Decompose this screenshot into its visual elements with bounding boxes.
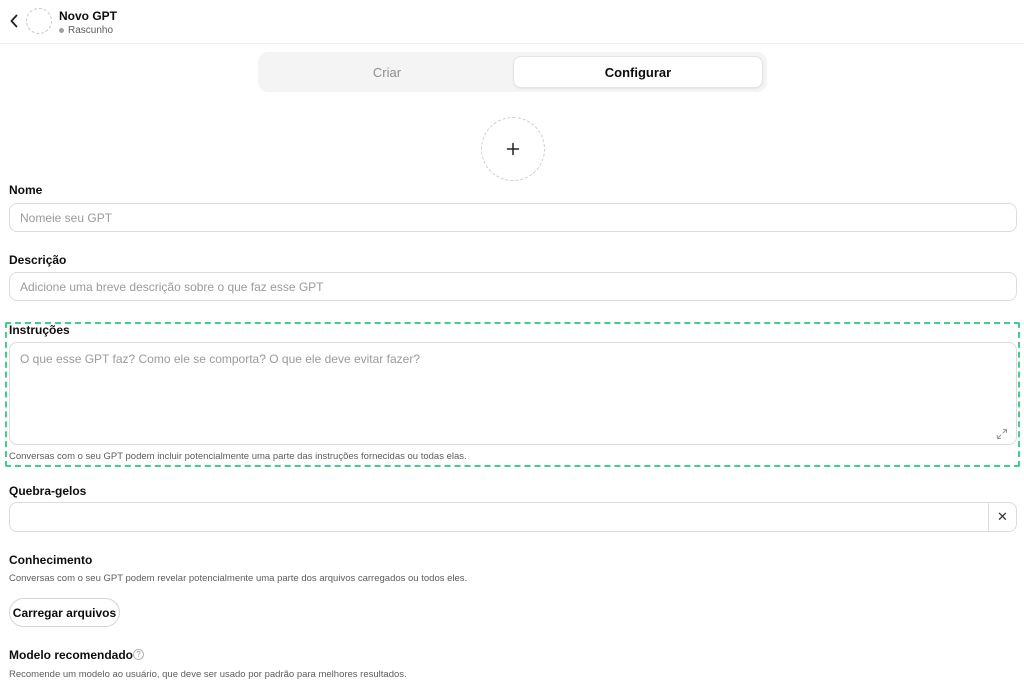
chevron-left-icon — [10, 14, 18, 28]
status-label: Rascunho — [68, 25, 114, 36]
recommended-model-label: Modelo recomendado — [9, 648, 134, 662]
name-label: Nome — [9, 183, 43, 197]
tab-configure[interactable]: Configurar — [513, 56, 763, 88]
gpt-avatar — [26, 8, 52, 34]
instructions-textarea[interactable] — [9, 342, 1017, 445]
upload-files-button[interactable]: Carregar arquivos — [9, 598, 120, 627]
status-dot-icon — [59, 28, 64, 33]
draft-status: Rascunho — [59, 25, 113, 36]
close-icon: ✕ — [997, 509, 1008, 524]
add-avatar-button[interactable] — [481, 117, 545, 181]
mode-tabs: Criar Configurar — [258, 52, 767, 92]
gpt-editor-header: Novo GPT Rascunho — [0, 0, 1024, 44]
conversation-starter-input[interactable] — [10, 503, 988, 531]
knowledge-label: Conhecimento — [9, 553, 93, 567]
gpt-title: Novo GPT — [59, 9, 118, 23]
help-icon[interactable]: ? — [133, 649, 144, 660]
back-button[interactable] — [6, 10, 22, 32]
name-input[interactable] — [9, 203, 1017, 232]
conversation-starter-row: ✕ — [9, 502, 1017, 532]
description-label: Descrição — [9, 253, 67, 267]
description-input[interactable] — [9, 272, 1017, 301]
remove-starter-button[interactable]: ✕ — [988, 503, 1016, 531]
expand-icon[interactable] — [996, 427, 1008, 440]
instructions-label: Instruções — [9, 323, 70, 337]
knowledge-hint: Conversas com o seu GPT podem revelar po… — [9, 573, 468, 584]
conversation-starters-label: Quebra-gelos — [9, 484, 87, 498]
plus-icon — [506, 142, 520, 156]
instructions-hint: Conversas com o seu GPT podem incluir po… — [9, 451, 467, 462]
recommended-model-hint: Recomende um modelo ao usuário, que deve… — [9, 669, 407, 680]
tab-create[interactable]: Criar — [262, 56, 512, 88]
